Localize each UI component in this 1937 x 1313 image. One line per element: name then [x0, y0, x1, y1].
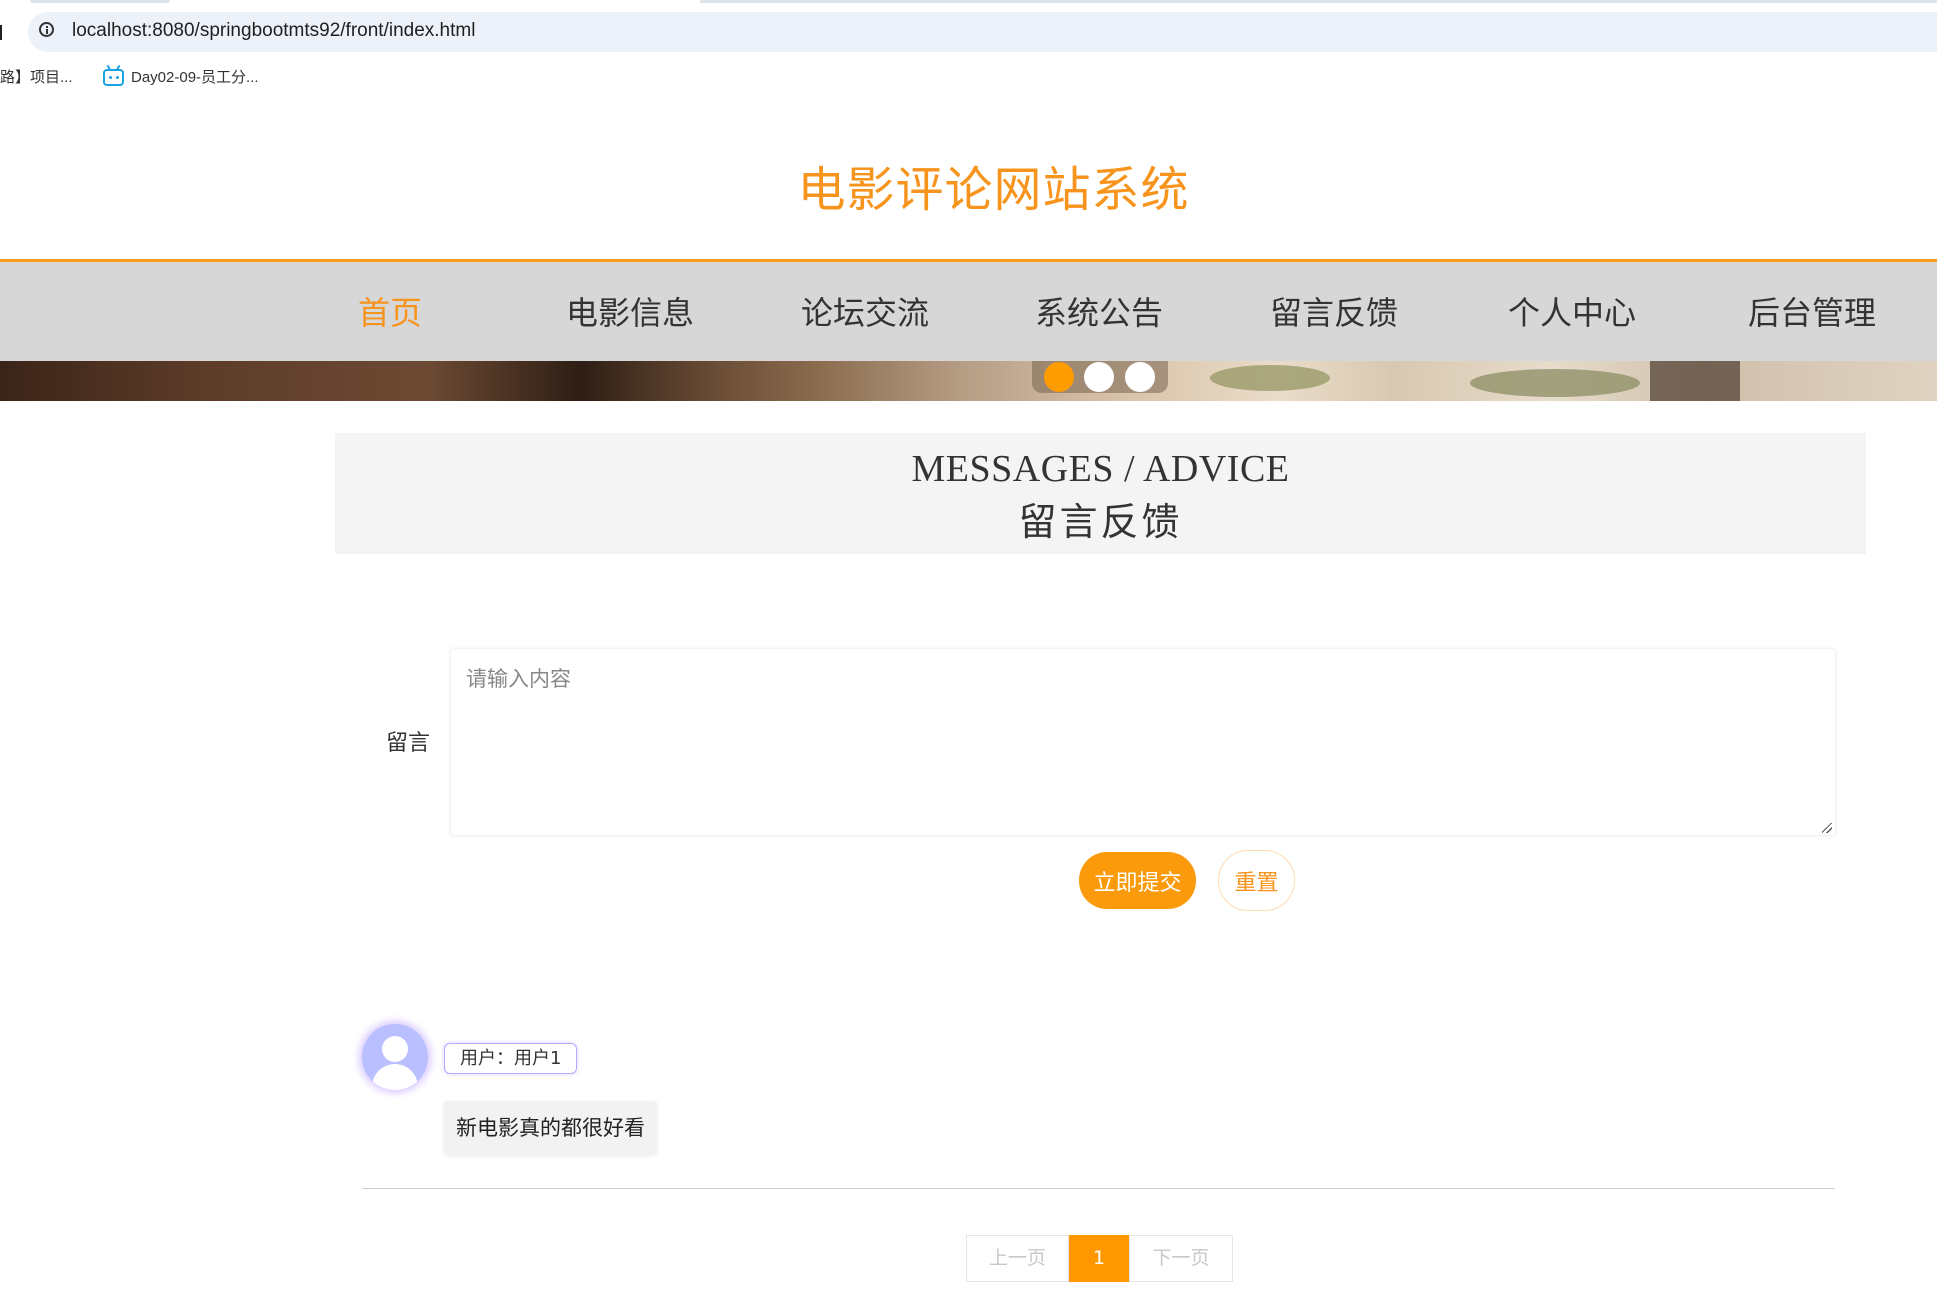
window-edge: [0, 25, 2, 40]
resize-handle[interactable]: [1822, 823, 1832, 833]
banner-image-detail: [1650, 361, 1740, 401]
user-silhouette-icon: [382, 1036, 408, 1062]
bookmark-item[interactable]: 路】项目...: [0, 66, 73, 90]
bookmarks-bar: 路】项目... Day02-09-员工分...: [0, 66, 1937, 90]
nav-item-home[interactable]: 首页: [358, 288, 422, 334]
banner-image-detail: [1210, 365, 1330, 391]
bookmark-item[interactable]: Day02-09-员工分...: [103, 66, 259, 90]
tab-strip-edge: [700, 0, 1937, 3]
site-title: 电影评论网站系统: [797, 162, 1190, 218]
banner-carousel[interactable]: [0, 361, 1937, 401]
nav-item-movies[interactable]: 电影信息: [566, 288, 694, 334]
nav-item-forum[interactable]: 论坛交流: [801, 288, 929, 334]
main-nav: 首页 电影信息 论坛交流 系统公告 留言反馈 个人中心 后台管理: [0, 259, 1937, 361]
active-tab-edge[interactable]: [30, 0, 170, 3]
carousel-indicators: [1032, 361, 1168, 393]
carousel-dot-active[interactable]: [1044, 362, 1074, 392]
nav-item-profile[interactable]: 个人中心: [1508, 288, 1636, 334]
nav-item-feedback[interactable]: 留言反馈: [1270, 288, 1398, 334]
avatar: [362, 1024, 428, 1090]
address-bar[interactable]: localhost:8080/springbootmts92/front/ind…: [28, 12, 1937, 52]
current-page[interactable]: 1: [1069, 1235, 1129, 1282]
reset-button[interactable]: 重置: [1218, 850, 1295, 911]
bilibili-icon: [103, 69, 124, 86]
site-info-icon[interactable]: [39, 22, 54, 37]
banner-image-detail: [1470, 369, 1640, 397]
section-title-en: MESSAGES / ADVICE: [911, 448, 1290, 490]
section-title-cn: 留言反馈: [1018, 502, 1183, 544]
url-text[interactable]: localhost:8080/springbootmts92/front/ind…: [72, 20, 475, 42]
carousel-dot[interactable]: [1084, 362, 1114, 392]
section-heading: MESSAGES / ADVICE 留言反馈: [335, 433, 1866, 554]
message-user: 用户：用户1: [444, 1043, 578, 1074]
message-label: 留言: [386, 731, 431, 756]
pagination: 上一页 1 下一页: [966, 1235, 1233, 1282]
nav-item-admin[interactable]: 后台管理: [1748, 288, 1876, 334]
tab-strip: [0, 0, 1937, 5]
next-page-button[interactable]: 下一页: [1129, 1235, 1233, 1282]
bookmark-label: Day02-09-员工分...: [131, 69, 259, 86]
message-item: 用户：用户1 新电影真的都很好看: [362, 1022, 1835, 1189]
message-textarea[interactable]: [450, 648, 1836, 836]
nav-item-announcements[interactable]: 系统公告: [1035, 288, 1163, 334]
carousel-dot[interactable]: [1125, 362, 1155, 392]
message-content: 新电影真的都很好看: [444, 1101, 657, 1155]
prev-page-button[interactable]: 上一页: [966, 1235, 1069, 1282]
submit-button[interactable]: 立即提交: [1079, 852, 1196, 909]
